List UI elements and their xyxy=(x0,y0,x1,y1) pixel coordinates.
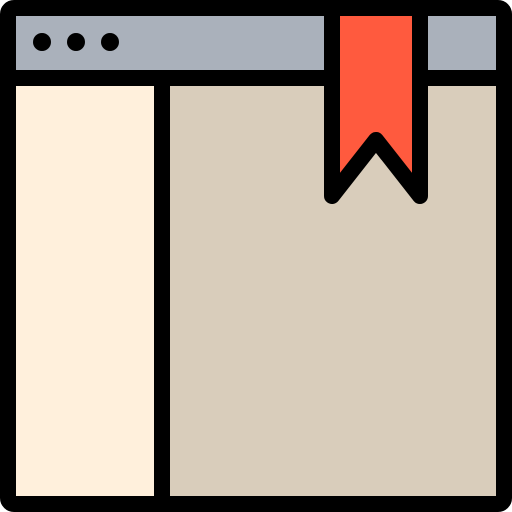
window-dot xyxy=(101,33,119,51)
window-dot xyxy=(33,33,51,51)
sidebar-panel xyxy=(8,78,162,504)
icon-graphic xyxy=(0,0,512,512)
window-dot xyxy=(67,33,85,51)
browser-window-bookmark-icon xyxy=(0,0,512,512)
